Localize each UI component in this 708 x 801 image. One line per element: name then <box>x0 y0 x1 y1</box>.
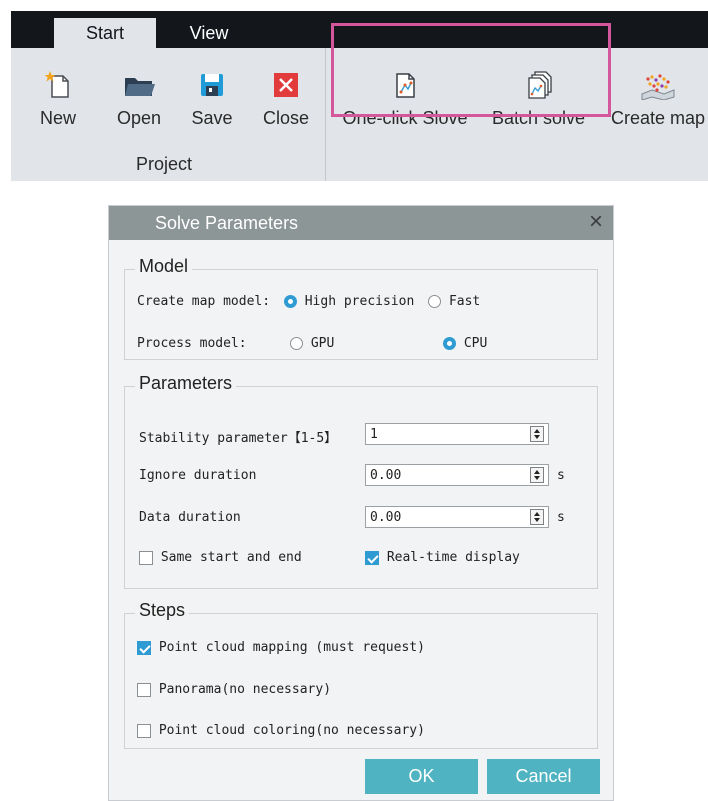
dialog-close-icon[interactable]: × <box>589 208 603 236</box>
gpu-label: GPU <box>310 336 335 351</box>
create-map-button[interactable]: Create map <box>607 70 708 129</box>
panorama-checkbox[interactable] <box>137 682 151 697</box>
point-cloud-coloring-label: Point cloud coloring(no necessary) <box>158 723 425 738</box>
cpu-option[interactable]: CPU <box>443 336 487 351</box>
create-map-model-row: Create map model: High precision Fast <box>137 294 480 309</box>
ignore-duration-label: Ignore duration <box>139 468 257 483</box>
cancel-button[interactable]: Cancel <box>487 759 600 794</box>
create-map-model-label: Create map model: <box>137 294 271 309</box>
dialog-title: Solve Parameters <box>155 213 299 233</box>
stability-parameter-spinbox[interactable]: 1 <box>365 423 549 445</box>
point-cloud-mapping-option[interactable]: Point cloud mapping (must request) <box>137 640 425 655</box>
fast-label: Fast <box>448 294 481 309</box>
project-group-label: Project <box>136 154 193 174</box>
model-group: Model Create map model: High precision F… <box>124 256 598 360</box>
solve-buttons-highlight <box>331 23 611 117</box>
stability-parameter-value: 1 <box>370 427 378 442</box>
model-group-title: Model <box>135 256 193 277</box>
point-cloud-mapping-checkbox[interactable] <box>137 640 151 655</box>
data-duration-spinbox[interactable]: 0.00 <box>365 506 549 528</box>
ignore-duration-spinbox[interactable]: 0.00 <box>365 464 549 486</box>
data-duration-unit: s <box>557 510 565 525</box>
point-cloud-coloring-checkbox[interactable] <box>137 723 151 738</box>
tab-view[interactable]: View <box>181 18 237 48</box>
open-button[interactable]: Open <box>114 70 164 129</box>
dialog-titlebar: Solve Parameters × <box>109 206 613 240</box>
parameters-group-title: Parameters <box>135 373 237 394</box>
open-label: Open <box>116 108 162 128</box>
ok-button[interactable]: OK <box>365 759 478 794</box>
spin-arrows-icon[interactable] <box>530 426 544 442</box>
group-separator <box>325 48 326 181</box>
create-map-icon <box>641 74 675 100</box>
high-precision-radio[interactable] <box>283 295 297 308</box>
new-button[interactable]: New <box>39 70 77 129</box>
cpu-radio[interactable] <box>443 337 456 350</box>
steps-group-title: Steps <box>135 600 190 621</box>
steps-group: Steps Point cloud mapping (must request)… <box>124 600 598 749</box>
stability-parameter-label: Stability parameter【1-5】 <box>139 431 338 446</box>
realtime-display-checkbox[interactable] <box>365 550 379 565</box>
solve-parameters-dialog: Solve Parameters × Model Create map mode… <box>108 205 614 801</box>
panorama-option[interactable]: Panorama(no necessary) <box>137 682 331 697</box>
close-label: Close <box>262 108 310 128</box>
cpu-label: CPU <box>463 336 488 351</box>
create-map-label: Create map <box>610 108 706 128</box>
close-button[interactable]: Close <box>261 70 311 129</box>
new-file-icon <box>44 71 69 98</box>
realtime-display-label: Real-time display <box>386 550 520 565</box>
ignore-duration-value: 0.00 <box>370 468 402 483</box>
point-cloud-coloring-option[interactable]: Point cloud coloring(no necessary) <box>137 723 425 738</box>
ribbon: Start View New Open Save Close One-click… <box>11 11 708 181</box>
same-start-end-checkbox[interactable] <box>139 550 153 565</box>
high-precision-label: High precision <box>304 294 415 309</box>
ignore-duration-unit: s <box>557 468 565 483</box>
data-duration-value: 0.00 <box>370 510 402 525</box>
spin-arrows-icon[interactable] <box>530 467 544 483</box>
same-start-end-label: Same start and end <box>160 550 302 565</box>
save-button[interactable]: Save <box>189 70 235 129</box>
tab-start[interactable]: Start <box>54 18 156 48</box>
fast-radio[interactable] <box>428 295 442 308</box>
close-icon <box>274 73 298 97</box>
realtime-display-option[interactable]: Real-time display <box>365 550 520 565</box>
parameters-group: Parameters Stability parameter【1-5】 1 Ig… <box>124 373 598 589</box>
point-cloud-mapping-label: Point cloud mapping (must request) <box>158 640 425 655</box>
folder-icon <box>125 78 155 96</box>
spin-arrows-icon[interactable] <box>530 509 544 525</box>
panorama-label: Panorama(no necessary) <box>158 682 332 697</box>
gpu-option[interactable]: GPU <box>290 336 334 351</box>
gpu-radio[interactable] <box>290 337 303 350</box>
save-label: Save <box>191 108 233 128</box>
same-start-end-option[interactable]: Same start and end <box>139 550 302 565</box>
process-model-label: Process model: <box>137 336 247 351</box>
new-label: New <box>39 108 76 128</box>
data-duration-label: Data duration <box>139 510 241 525</box>
save-icon <box>201 74 223 96</box>
